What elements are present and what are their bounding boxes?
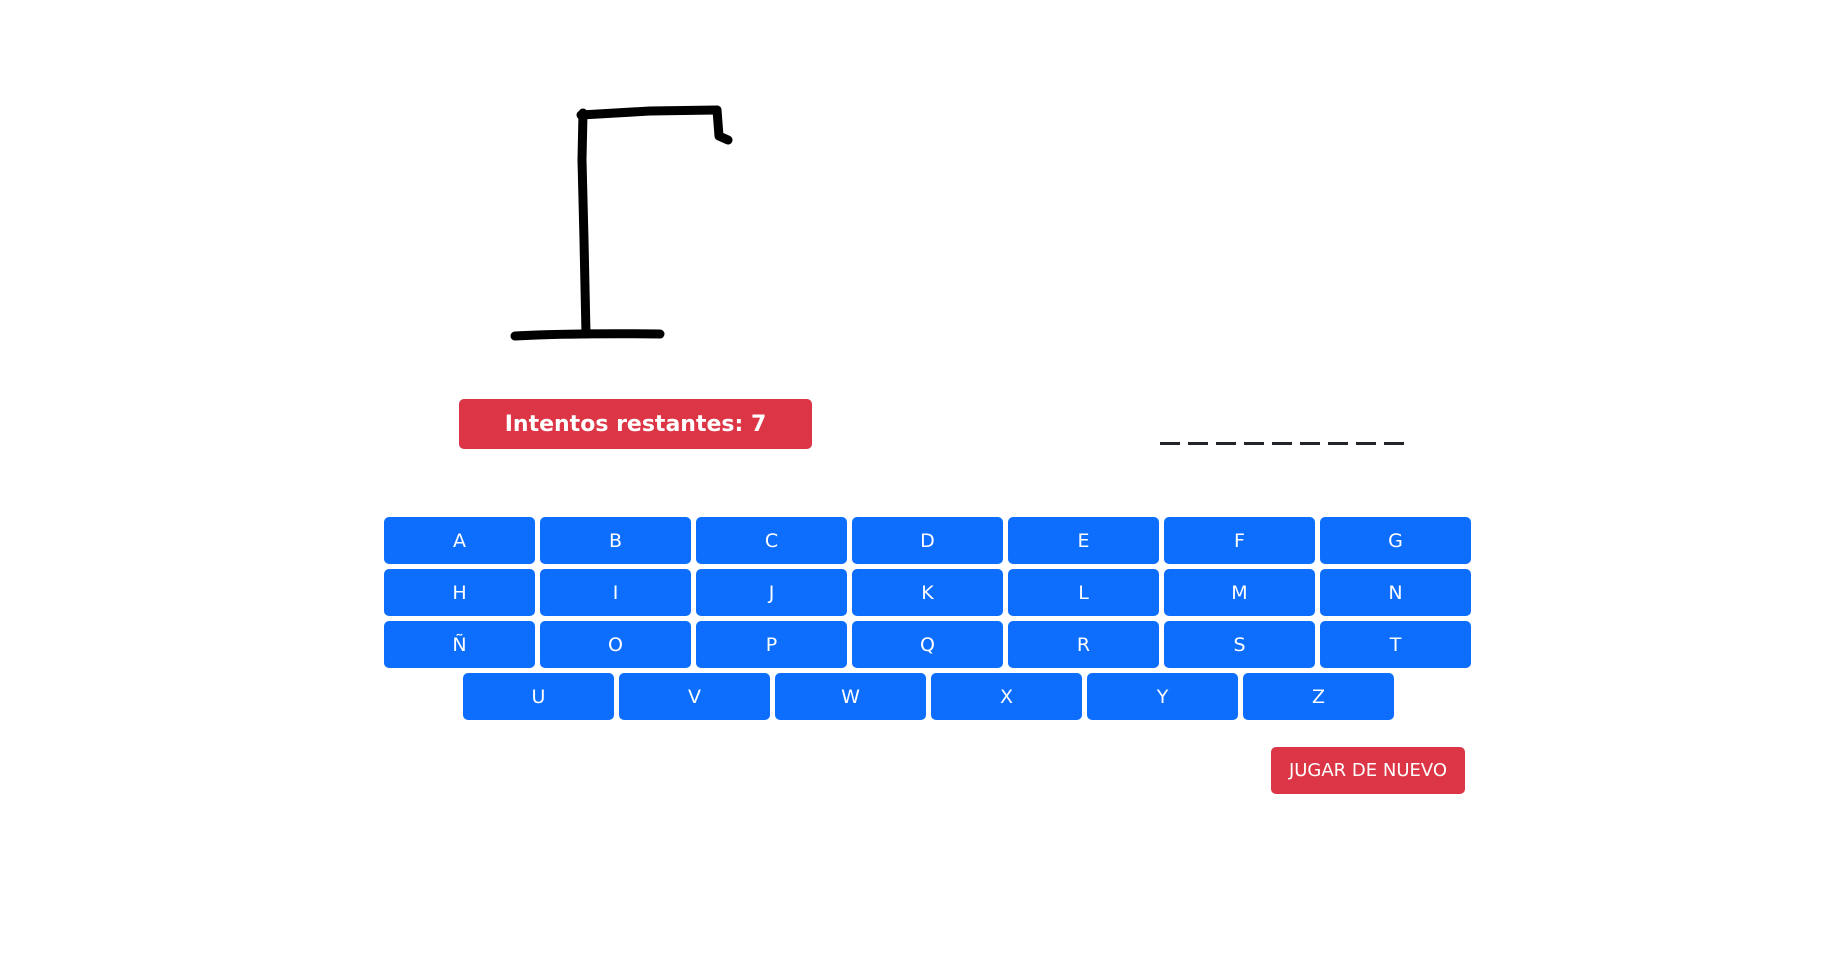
letter-key-d[interactable]: D — [852, 517, 1003, 564]
letter-slot — [1328, 442, 1348, 445]
keyboard-row: UVWXYZ — [384, 673, 1476, 720]
letter-key-t[interactable]: T — [1320, 621, 1471, 668]
letter-key-q[interactable]: Q — [852, 621, 1003, 668]
letter-slot — [1160, 442, 1180, 445]
letter-key-c[interactable]: C — [696, 517, 847, 564]
letter-key-h[interactable]: H — [384, 569, 535, 616]
letter-key-v[interactable]: V — [619, 673, 770, 720]
attempts-remaining-badge: Intentos restantes: 7 — [459, 399, 812, 449]
keyboard-row: ÑOPQRST — [384, 621, 1476, 668]
hangman-game: Intentos restantes: 7 ABCDEFG HIJKLMN ÑOPQ… — [0, 0, 1842, 973]
letter-slot — [1356, 442, 1376, 445]
letter-key-l[interactable]: L — [1008, 569, 1159, 616]
letter-key-e[interactable]: E — [1008, 517, 1159, 564]
letter-key-u[interactable]: U — [463, 673, 614, 720]
letter-key-j[interactable]: J — [696, 569, 847, 616]
letter-key-f[interactable]: F — [1164, 517, 1315, 564]
letter-key-z[interactable]: Z — [1243, 673, 1394, 720]
keyboard-row: HIJKLMN — [384, 569, 1476, 616]
letter-slot — [1384, 442, 1404, 445]
letter-slot — [1272, 442, 1292, 445]
hangman-gallows-icon — [510, 105, 733, 341]
keyboard-row: ABCDEFG — [384, 517, 1476, 564]
letter-slot — [1300, 442, 1320, 445]
letter-key-b[interactable]: B — [540, 517, 691, 564]
play-again-button[interactable]: JUGAR DE NUEVO — [1271, 747, 1465, 794]
letter-key-n[interactable]: N — [1320, 569, 1471, 616]
letter-key-p[interactable]: P — [696, 621, 847, 668]
letter-key-o[interactable]: O — [540, 621, 691, 668]
letter-slot — [1216, 442, 1236, 445]
letter-keyboard: ABCDEFG HIJKLMN ÑOPQRST UVWXYZ — [384, 517, 1476, 725]
letter-key-m[interactable]: M — [1164, 569, 1315, 616]
letter-key-s[interactable]: S — [1164, 621, 1315, 668]
word-slots — [1160, 417, 1404, 445]
letter-slot — [1188, 442, 1208, 445]
letter-key-i[interactable]: I — [540, 569, 691, 616]
letter-key-w[interactable]: W — [775, 673, 926, 720]
letter-key-y[interactable]: Y — [1087, 673, 1238, 720]
letter-slot — [1244, 442, 1264, 445]
letter-key-x[interactable]: X — [931, 673, 1082, 720]
letter-key-r[interactable]: R — [1008, 621, 1159, 668]
letter-key-ñ[interactable]: Ñ — [384, 621, 535, 668]
letter-key-a[interactable]: A — [384, 517, 535, 564]
letter-key-g[interactable]: G — [1320, 517, 1471, 564]
letter-key-k[interactable]: K — [852, 569, 1003, 616]
